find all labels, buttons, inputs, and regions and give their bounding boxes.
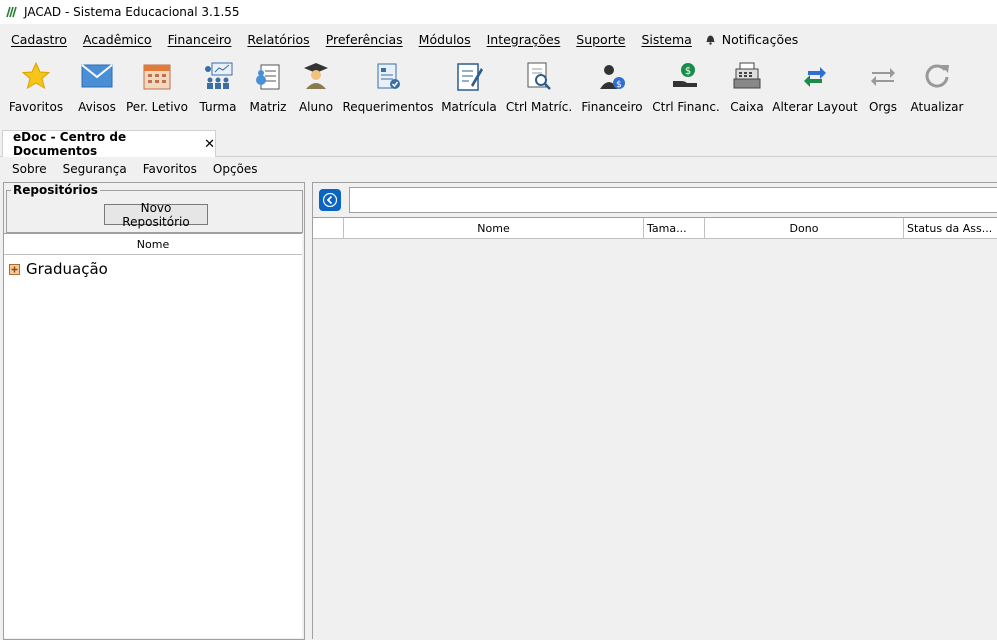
repositories-tree: Nome Graduação: [4, 233, 302, 638]
menu-sobre[interactable]: Sobre: [12, 162, 47, 176]
repositories-legend: Repositórios: [11, 183, 100, 197]
menu-suporte[interactable]: Suporte: [576, 32, 625, 47]
menu-financeiro[interactable]: Financeiro: [168, 32, 232, 47]
files-table-header: Nome Tama... Dono Status da Ass...: [313, 218, 997, 239]
toolbar-favoritos-button[interactable]: Favoritos: [8, 58, 64, 120]
menu-opcoes[interactable]: Opções: [213, 162, 258, 176]
toolbar-ctrl-financ-button[interactable]: $ Ctrl Financ.: [652, 58, 720, 120]
column-dono[interactable]: Dono: [705, 218, 904, 238]
new-repository-button[interactable]: Novo Repositório: [104, 201, 208, 229]
money-hand-icon: $: [671, 58, 701, 94]
chevron-left-icon: [323, 193, 337, 207]
tab-edoc[interactable]: eDoc - Centro de Documentos ✕: [2, 130, 216, 158]
bell-icon: [705, 35, 715, 45]
toolbar-per-letivo-button[interactable]: Per. Letivo: [126, 58, 188, 120]
refresh-icon: [922, 58, 952, 94]
menu-seguranca[interactable]: Segurança: [63, 162, 127, 176]
tab-strip: eDoc - Centro de Documentos ✕: [0, 128, 997, 158]
envelope-icon: [81, 58, 113, 94]
svg-text:$: $: [685, 66, 691, 77]
toolbar-ctrl-matric-button[interactable]: Ctrl Matríc.: [506, 58, 572, 120]
class-group-icon: [202, 58, 234, 94]
exchange-arrows-icon: [868, 58, 898, 94]
toolbar-atualizar-button[interactable]: Atualizar: [908, 58, 966, 120]
tab-label: eDoc - Centro de Documentos: [13, 130, 127, 158]
finance-person-icon: $: [597, 58, 627, 94]
toolbar-turma-button[interactable]: Turma: [196, 58, 240, 120]
column-tamanho[interactable]: Tama...: [644, 218, 705, 238]
files-table: Nome Tama... Dono Status da Ass...: [313, 217, 997, 640]
swap-arrows-icon: [800, 58, 830, 94]
student-icon: [301, 58, 331, 94]
menu-sistema[interactable]: Sistema: [641, 32, 691, 47]
notifications-label: Notificações: [721, 31, 799, 47]
toolbar-avisos-button[interactable]: Avisos: [72, 58, 122, 120]
calendar-icon: [142, 58, 172, 94]
menu-relatorios[interactable]: Relatórios: [247, 32, 309, 47]
title-bar: JACAD - Sistema Educacional 3.1.55: [0, 0, 997, 24]
enrollment-form-icon: [454, 58, 484, 94]
menu-preferencias[interactable]: Preferências: [326, 32, 403, 47]
menu-academico[interactable]: Acadêmico: [83, 32, 152, 47]
column-nome[interactable]: Nome: [344, 218, 644, 238]
tree-item-label: Graduação: [26, 260, 108, 278]
path-input[interactable]: [349, 187, 997, 213]
cash-register-icon: [732, 58, 762, 94]
back-button[interactable]: [319, 189, 341, 211]
column-select[interactable]: [313, 218, 344, 238]
window-title: JACAD - Sistema Educacional 3.1.55: [24, 5, 240, 19]
toolbar-caixa-button[interactable]: Caixa: [728, 58, 766, 120]
toolbar-requerimentos-button[interactable]: Requerimentos: [342, 58, 434, 120]
toolbar-matriz-button[interactable]: Matriz: [248, 58, 288, 120]
repositories-group: Repositórios Novo Repositório: [6, 183, 303, 233]
toolbar-financeiro-button[interactable]: $ Financeiro: [580, 58, 644, 120]
files-panel: Nome Tama... Dono Status da Ass...: [312, 182, 997, 640]
matrix-document-icon: [253, 58, 283, 94]
star-icon: [21, 58, 51, 94]
repositories-panel: Repositórios Novo Repositório Nome Gradu…: [3, 182, 305, 640]
menu-cadastro[interactable]: Cadastro: [11, 32, 67, 47]
column-status-assinatura[interactable]: Status da Ass...: [904, 218, 997, 238]
app-logo-icon: [6, 6, 18, 18]
repositories-column-header[interactable]: Nome: [4, 234, 302, 255]
request-document-icon: [373, 58, 403, 94]
toolbar-matricula-button[interactable]: Matrícula: [440, 58, 498, 120]
menu-modulos[interactable]: Módulos: [419, 32, 471, 47]
edoc-menu-bar: Sobre Segurança Favoritos Opções: [0, 158, 997, 180]
document-search-icon: [524, 58, 554, 94]
toolbar-alterar-layout-button[interactable]: Alterar Layout: [772, 58, 858, 120]
menu-favoritos[interactable]: Favoritos: [143, 162, 197, 176]
menu-bar: Cadastro Acadêmico Financeiro Relatórios…: [0, 26, 997, 52]
tree-item-graduacao[interactable]: Graduação: [4, 255, 302, 283]
toolbar-orgs-button[interactable]: Orgs: [864, 58, 902, 120]
menu-integracoes[interactable]: Integrações: [487, 32, 561, 47]
svg-text:$: $: [616, 80, 622, 90]
main-toolbar: Favoritos Avisos Per. Letivo Turma Matri…: [0, 58, 997, 120]
notifications-menu[interactable]: Notificações: [705, 31, 799, 47]
expand-plus-icon[interactable]: [9, 263, 20, 275]
close-icon[interactable]: ✕: [204, 137, 215, 152]
toolbar-aluno-button[interactable]: Aluno: [296, 58, 336, 120]
